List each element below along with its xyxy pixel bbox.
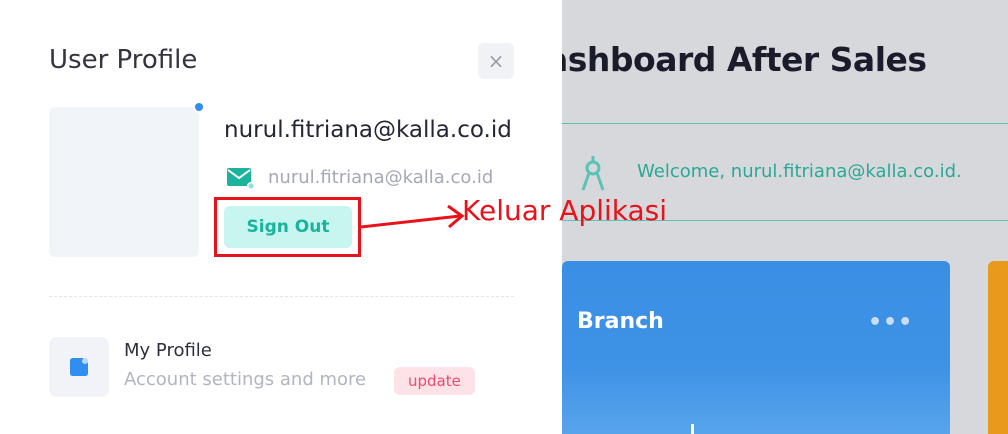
welcome-text: Welcome, nurul.fitriana@kalla.co.id. — [637, 161, 962, 182]
update-badge: update — [394, 367, 475, 395]
online-status-dot — [193, 101, 205, 113]
menu-item-my-profile[interactable]: My Profile — [124, 340, 212, 361]
close-button[interactable]: × — [478, 43, 514, 79]
annotation-highlight-box — [214, 197, 361, 257]
profile-icon — [70, 358, 88, 376]
panel-title: User Profile — [49, 45, 198, 75]
annotation-arrow-icon — [360, 204, 465, 229]
annotation-text: Keluar Aplikasi — [462, 194, 668, 227]
mail-icon — [227, 168, 255, 190]
branch-card[interactable] — [562, 261, 950, 434]
avatar — [49, 107, 199, 257]
secondary-card[interactable] — [988, 261, 1008, 434]
close-icon: × — [487, 49, 505, 73]
divider — [49, 296, 514, 297]
menu-item-subtitle: Account settings and more — [124, 369, 367, 390]
user-email: nurul.fitriana@kalla.co.id — [224, 117, 512, 143]
user-email-secondary: nurul.fitriana@kalla.co.id — [268, 167, 494, 188]
my-profile-icon-box[interactable] — [49, 337, 109, 397]
user-profile-panel: User Profile × nurul.fitriana@kalla.co.i… — [0, 0, 667, 434]
compass-icon — [581, 156, 605, 191]
branch-card-title: Branch — [577, 309, 664, 334]
more-icon[interactable]: ••• — [868, 310, 913, 335]
dashboard-title: ashboard After Sales — [546, 40, 927, 79]
chart-tick — [691, 424, 694, 434]
